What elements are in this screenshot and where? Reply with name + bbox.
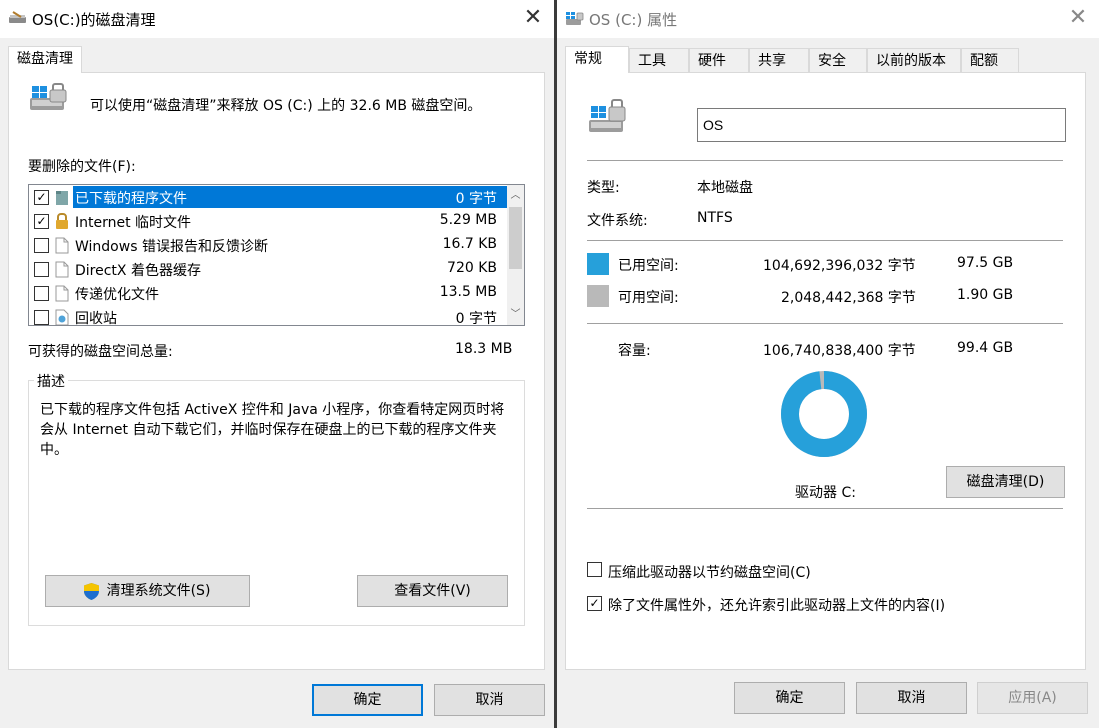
shield-icon <box>84 583 99 600</box>
titlebar[interactable]: OS(C:)的磁盘清理 ✕ <box>0 0 554 38</box>
divider <box>587 323 1063 324</box>
capacity-gb: 99.4 GB <box>957 340 1014 356</box>
folder-icon <box>55 189 69 206</box>
item-size: 16.7 KB <box>442 236 497 252</box>
divider <box>587 508 1063 509</box>
tab-previous-versions[interactable]: 以前的版本 <box>867 48 961 73</box>
free-space-gb: 1.90 GB <box>957 287 1014 303</box>
window-title: OS (C:) 属性 <box>589 11 678 29</box>
free-space-label: 可用空间: <box>618 290 679 306</box>
intro-text: 可以使用“磁盘清理”来释放 OS (C:) 上的 32.6 MB 磁盘空间。 <box>90 98 482 114</box>
fs-label: 文件系统: <box>587 213 648 229</box>
used-space-arc <box>781 371 867 457</box>
scroll-down-icon[interactable]: ﹀ <box>507 306 524 323</box>
usage-donut-chart <box>781 371 867 457</box>
ok-button[interactable]: 确定 <box>312 684 423 716</box>
lock-icon <box>55 213 69 230</box>
recycle-bin-icon <box>55 309 69 325</box>
list-item[interactable]: Windows 错误报告和反馈诊断 16.7 KB <box>29 233 509 257</box>
titlebar[interactable]: OS (C:) 属性 ✕ <box>557 0 1099 38</box>
item-checkbox[interactable]: ✓ <box>34 190 49 205</box>
item-size: 13.5 MB <box>439 284 497 300</box>
item-name: 已下载的程序文件 <box>75 191 187 207</box>
list-item[interactable]: ✓ 已下载的程序文件 0 字节 <box>29 185 524 209</box>
disk-cleanup-icon <box>9 11 26 23</box>
disk-cleanup-button[interactable]: 磁盘清理(D) <box>946 466 1065 498</box>
item-checkbox[interactable] <box>34 238 49 253</box>
list-scrollbar[interactable]: ︿ ﹀ <box>507 185 524 325</box>
list-item[interactable]: ✓ Internet 临时文件 5.29 MB <box>29 209 509 233</box>
file-icon <box>55 285 69 302</box>
clean-system-files-label: 清理系统文件(S) <box>106 583 211 599</box>
list-item[interactable]: 回收站 0 字节 <box>29 305 509 326</box>
total-space-label: 可获得的磁盘空间总量: <box>28 344 173 360</box>
tab-general[interactable]: 常规 <box>565 46 629 73</box>
divider <box>587 160 1063 161</box>
used-space-gb: 97.5 GB <box>957 255 1014 271</box>
item-name: DirectX 着色器缓存 <box>75 263 201 279</box>
cancel-button[interactable]: 取消 <box>434 684 545 716</box>
tab-disk-cleanup[interactable]: 磁盘清理 <box>8 46 82 73</box>
drive-name-input[interactable] <box>697 108 1066 142</box>
file-icon <box>55 237 69 254</box>
list-item[interactable]: 传递优化文件 13.5 MB <box>29 281 509 305</box>
type-value: 本地磁盘 <box>697 180 753 196</box>
used-space-swatch <box>587 253 609 275</box>
compress-checkbox[interactable] <box>587 562 602 577</box>
capacity-bytes: 106,740,838,400 字节 <box>763 343 916 359</box>
item-name: 回收站 <box>75 311 117 326</box>
tab-sharing[interactable]: 共享 <box>749 48 809 73</box>
tab-hardware[interactable]: 硬件 <box>689 48 749 73</box>
drive-label: 驱动器 C: <box>795 485 856 501</box>
files-to-delete-label: 要删除的文件(F): <box>28 159 136 175</box>
item-size: 720 KB <box>447 260 497 276</box>
used-space-label: 已用空间: <box>618 258 679 274</box>
item-checkbox[interactable] <box>34 286 49 301</box>
used-space-bytes: 104,692,396,032 字节 <box>763 258 916 274</box>
divider <box>587 240 1063 241</box>
drive-icon <box>566 12 584 25</box>
file-icon <box>55 261 69 278</box>
fs-value: NTFS <box>697 210 733 226</box>
drive-properties-window: OS (C:) 属性 ✕ 常规 工具 硬件 共享 安全 以前的版本 配额 类型:… <box>557 0 1099 728</box>
item-checkbox[interactable] <box>34 310 49 325</box>
item-name: 传递优化文件 <box>75 287 159 303</box>
list-item[interactable]: DirectX 着色器缓存 720 KB <box>29 257 509 281</box>
item-size: 5.29 MB <box>439 212 497 228</box>
close-icon[interactable]: ✕ <box>1063 4 1093 34</box>
description-legend: 描述 <box>34 371 68 391</box>
scroll-thumb[interactable] <box>509 207 522 269</box>
free-space-swatch <box>587 285 609 307</box>
item-checkbox[interactable]: ✓ <box>34 214 49 229</box>
free-space-bytes: 2,048,442,368 字节 <box>781 290 916 306</box>
clean-system-files-button[interactable]: 清理系统文件(S) <box>45 575 250 607</box>
total-space-value: 18.3 MB <box>455 341 513 357</box>
cancel-button[interactable]: 取消 <box>856 682 967 714</box>
drive-icon <box>589 99 626 132</box>
scroll-up-icon[interactable]: ︿ <box>507 187 524 204</box>
type-label: 类型: <box>587 180 620 196</box>
apply-button[interactable]: 应用(A) <box>977 682 1088 714</box>
item-name: Internet 临时文件 <box>75 215 192 231</box>
index-label[interactable]: 除了文件属性外，还允许索引此驱动器上文件的内容(I) <box>608 595 945 615</box>
window-title: OS(C:)的磁盘清理 <box>32 11 156 29</box>
close-icon[interactable]: ✕ <box>518 4 548 34</box>
item-name: Windows 错误报告和反馈诊断 <box>75 239 268 255</box>
item-checkbox[interactable] <box>34 262 49 277</box>
drive-cleanup-icon <box>30 83 67 110</box>
description-text: 已下载的程序文件包括 ActiveX 控件和 Java 小程序，你查看特定网页时… <box>40 402 505 458</box>
capacity-label: 容量: <box>618 343 651 359</box>
files-list[interactable]: ✓ 已下载的程序文件 0 字节 ✓ Internet 临时文件 5.29 MB Window… <box>28 184 525 326</box>
item-size: 0 字节 <box>455 311 497 326</box>
tab-tools[interactable]: 工具 <box>629 48 689 73</box>
ok-button[interactable]: 确定 <box>734 682 845 714</box>
tab-quota[interactable]: 配额 <box>961 48 1019 73</box>
item-size: 0 字节 <box>455 191 497 207</box>
disk-cleanup-window: OS(C:)的磁盘清理 ✕ 磁盘清理 可以使用“磁盘清理”来释放 OS (C:)… <box>0 0 554 728</box>
compress-label[interactable]: 压缩此驱动器以节约磁盘空间(C) <box>608 562 811 582</box>
index-checkbox[interactable]: ✓ <box>587 596 602 611</box>
view-files-button[interactable]: 查看文件(V) <box>357 575 508 607</box>
tab-security[interactable]: 安全 <box>809 48 867 73</box>
